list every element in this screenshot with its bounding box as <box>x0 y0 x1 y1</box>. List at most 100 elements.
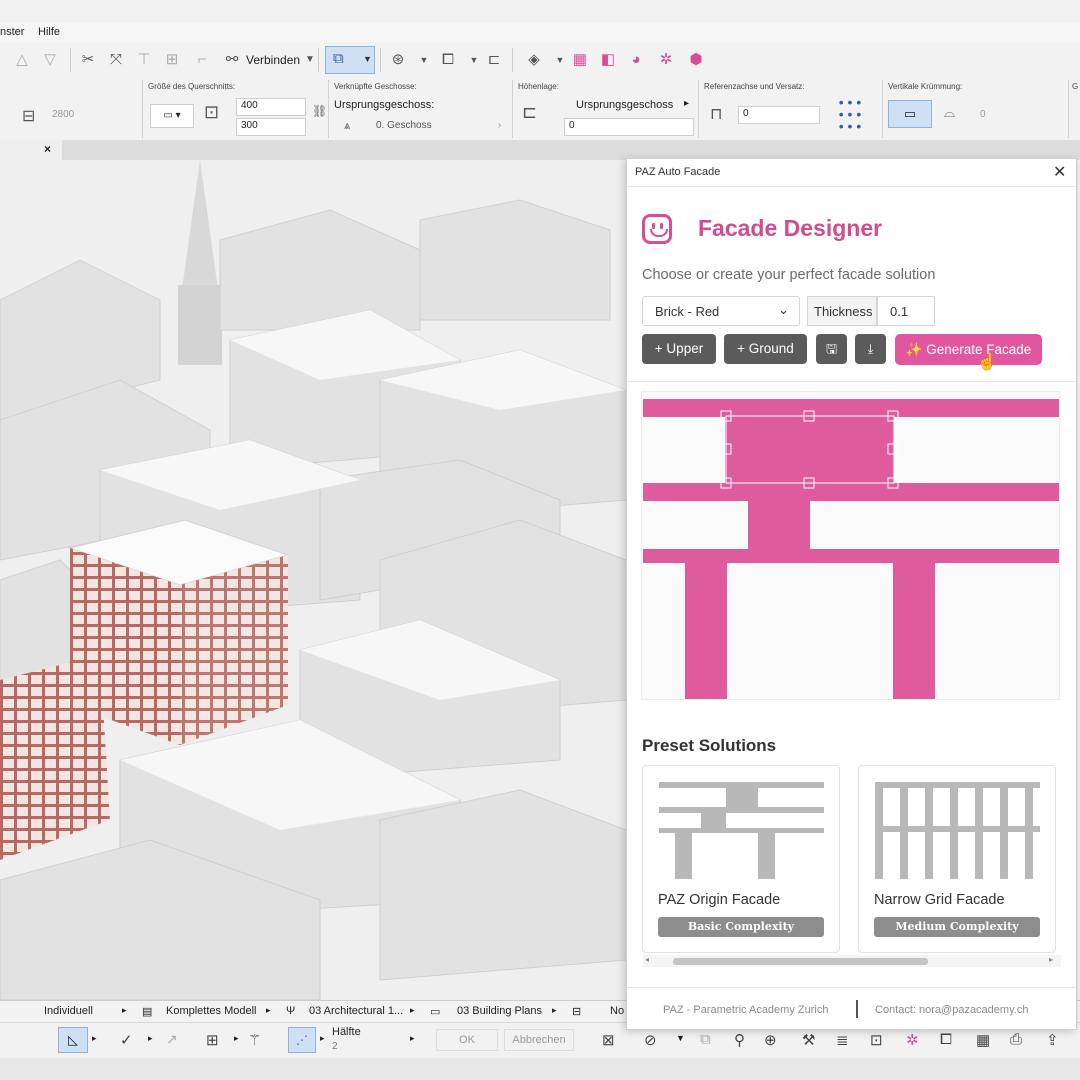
thickness-input[interactable]: 0.1 <box>877 296 935 326</box>
align-icon[interactable]: ⊤ <box>134 50 154 70</box>
reference-offset-field[interactable]: 0 <box>738 106 820 124</box>
copy-icon[interactable]: ⧉ <box>700 1031 711 1048</box>
triangle-down-icon[interactable]: ▽ <box>40 50 60 70</box>
preset-scrollbar[interactable]: ◂ ▸ <box>643 955 1061 967</box>
close-icon[interactable]: × <box>44 142 51 156</box>
generate-facade-button[interactable]: ✨ Generate Facade <box>895 334 1042 365</box>
layers-icon[interactable]: ⊛ <box>388 50 408 70</box>
half-snap-button[interactable]: ⋰ <box>288 1027 316 1053</box>
ok-button[interactable]: OK <box>436 1029 498 1051</box>
facade-preview-canvas[interactable] <box>641 391 1060 700</box>
magic-wand-icon[interactable]: ⚚ <box>248 1031 261 1049</box>
cancel-button[interactable]: Abbrechen <box>504 1029 574 1051</box>
selection-mode-button[interactable]: ⧉ ▼ <box>325 46 375 74</box>
triangle-up-icon[interactable]: △ <box>12 50 32 70</box>
grid-icon[interactable]: ▦ <box>976 1031 990 1049</box>
ground-pillar-right[interactable] <box>893 563 935 699</box>
status-item-architectural[interactable]: 03 Architectural 1... <box>309 1005 403 1017</box>
print-icon[interactable]: ⎙ <box>1010 1031 1022 1048</box>
grid-plugin-icon[interactable]: ▦ <box>570 50 590 70</box>
half-value[interactable]: 2 <box>332 1041 338 1052</box>
camera-icon[interactable]: ⊡ <box>870 1031 883 1049</box>
3d-icon[interactable]: ◈ <box>524 50 544 70</box>
arrow-icon[interactable]: ▸ <box>410 1033 415 1044</box>
arrow-icon[interactable]: ▸ <box>234 1033 239 1044</box>
import-icon[interactable]: ⤓ <box>855 334 886 364</box>
add-ground-button[interactable]: + Ground <box>724 334 807 364</box>
scroll-right-icon[interactable]: ▸ <box>1049 955 1053 964</box>
status-arrow-icon[interactable]: ▸ <box>410 1005 415 1016</box>
link-icon[interactable]: ⛓ <box>312 104 327 118</box>
panel-close-icon[interactable]: ✕ <box>1053 162 1066 182</box>
tools-icon[interactable]: ⚒ <box>802 1031 815 1049</box>
scrollbar-thumb[interactable] <box>673 958 928 965</box>
height-field[interactable]: 300 <box>236 118 306 136</box>
menu-item-fenster[interactable]: nster <box>0 26 24 38</box>
status-item-building-plans[interactable]: 03 Building Plans <box>457 1005 542 1017</box>
check-icon[interactable]: ✓ <box>120 1031 133 1049</box>
ground-band <box>643 549 1059 563</box>
connect-icon[interactable]: ⚯ <box>222 50 242 70</box>
structure-icon[interactable]: ⊏ <box>484 50 504 70</box>
network-plugin-icon[interactable]: ✲ <box>656 50 676 70</box>
connect-dropdown-icon[interactable]: ▼ <box>300 50 320 70</box>
layers-dropdown-icon[interactable]: ▼ <box>414 50 434 70</box>
selected-upper-panel[interactable] <box>725 415 894 483</box>
panel-window-title: PAZ Auto Facade <box>635 166 721 178</box>
stair-icon[interactable]: ≣ <box>836 1031 849 1049</box>
save-icon[interactable]: 🖫 <box>816 334 847 364</box>
arrow-icon[interactable]: ▸ <box>148 1033 153 1044</box>
status-item-individuell[interactable]: Individuell <box>44 1005 93 1017</box>
origin-story-arrow-icon[interactable]: › <box>498 120 501 131</box>
view-dropdown-icon[interactable]: ▼ <box>464 50 484 70</box>
corner-icon[interactable]: ⌐ <box>192 50 212 70</box>
map-icon[interactable]: ⊠ <box>602 1031 615 1049</box>
origin-story-value[interactable]: 0. Geschoss <box>376 120 432 131</box>
arrow-icon[interactable]: ▸ <box>320 1033 325 1044</box>
menu-item-hilfe[interactable]: Hilfe <box>38 26 60 38</box>
3d-dropdown-icon[interactable]: ▼ <box>550 50 570 70</box>
footer-contact-text[interactable]: Contact: nora@pazacademy.ch <box>875 1004 1028 1016</box>
height-reference-arrow-icon[interactable]: ▸ <box>684 98 689 109</box>
export-icon[interactable]: ⇪ <box>1046 1031 1059 1049</box>
arrow-icon[interactable]: ▼ <box>676 1033 685 1043</box>
status-arrow-icon[interactable]: ▸ <box>122 1005 127 1016</box>
middle-panel[interactable] <box>748 501 810 550</box>
surface-icon[interactable]: ⊘ <box>644 1031 657 1049</box>
window-icon[interactable]: ⧠ <box>940 1031 952 1048</box>
globe-icon[interactable]: ⊕ <box>764 1031 777 1049</box>
height-reference-value[interactable]: Ursprungsgeschoss <box>576 99 673 111</box>
distribute-icon[interactable]: ⊞ <box>162 50 182 70</box>
chart-plugin-icon[interactable]: ◕ <box>626 50 646 70</box>
snap-button[interactable]: ◺ <box>58 1027 88 1053</box>
connect-label[interactable]: Verbinden <box>246 53 300 67</box>
height-offset-field[interactable]: 0 <box>564 118 694 136</box>
facade-plugin-icon[interactable]: ◧ <box>598 50 618 70</box>
plugin-icon[interactable]: ✲ <box>906 1031 919 1049</box>
add-upper-button[interactable]: + Upper <box>642 334 716 364</box>
profile-shape-button[interactable]: ▭ ▾ <box>150 104 194 128</box>
preset-card-narrow-grid[interactable]: Narrow Grid Facade Medium Complexity <box>858 765 1056 953</box>
guide-icon[interactable]: ⊞ <box>206 1031 219 1049</box>
straight-segment-button[interactable]: ▭ <box>888 100 932 128</box>
section-divider <box>142 80 143 138</box>
view-tab[interactable] <box>0 140 62 160</box>
status-item-komplettes-modell[interactable]: Komplettes Modell <box>166 1005 257 1017</box>
material-select[interactable]: Brick - Red ⌄ <box>642 296 800 326</box>
curved-segment-button[interactable]: ⌓ <box>944 104 955 121</box>
preset-card-origin[interactable]: PAZ Origin Facade Basic Complexity <box>642 765 840 953</box>
adjust-icon[interactable]: ⤧ <box>106 50 126 70</box>
cube-plugin-icon[interactable]: ⬢ <box>686 50 706 70</box>
anchor-points-icon[interactable]: • • • • • • • • • <box>834 95 866 133</box>
ground-pillar-left[interactable] <box>685 563 727 699</box>
status-arrow-icon[interactable]: ▸ <box>552 1005 557 1016</box>
scroll-left-icon[interactable]: ◂ <box>645 955 649 964</box>
view-icon[interactable]: ⧠ <box>438 50 458 70</box>
status-item-no[interactable]: No <box>610 1005 624 1017</box>
width-field[interactable]: 400 <box>236 98 306 116</box>
split-icon[interactable]: ✂ <box>78 50 98 70</box>
tag-icon[interactable]: ⚲ <box>734 1031 745 1049</box>
status-arrow-icon[interactable]: ▸ <box>266 1005 271 1016</box>
snap-arrow-icon[interactable]: ▸ <box>92 1033 97 1044</box>
trace-icon[interactable]: ↗ <box>166 1031 178 1048</box>
